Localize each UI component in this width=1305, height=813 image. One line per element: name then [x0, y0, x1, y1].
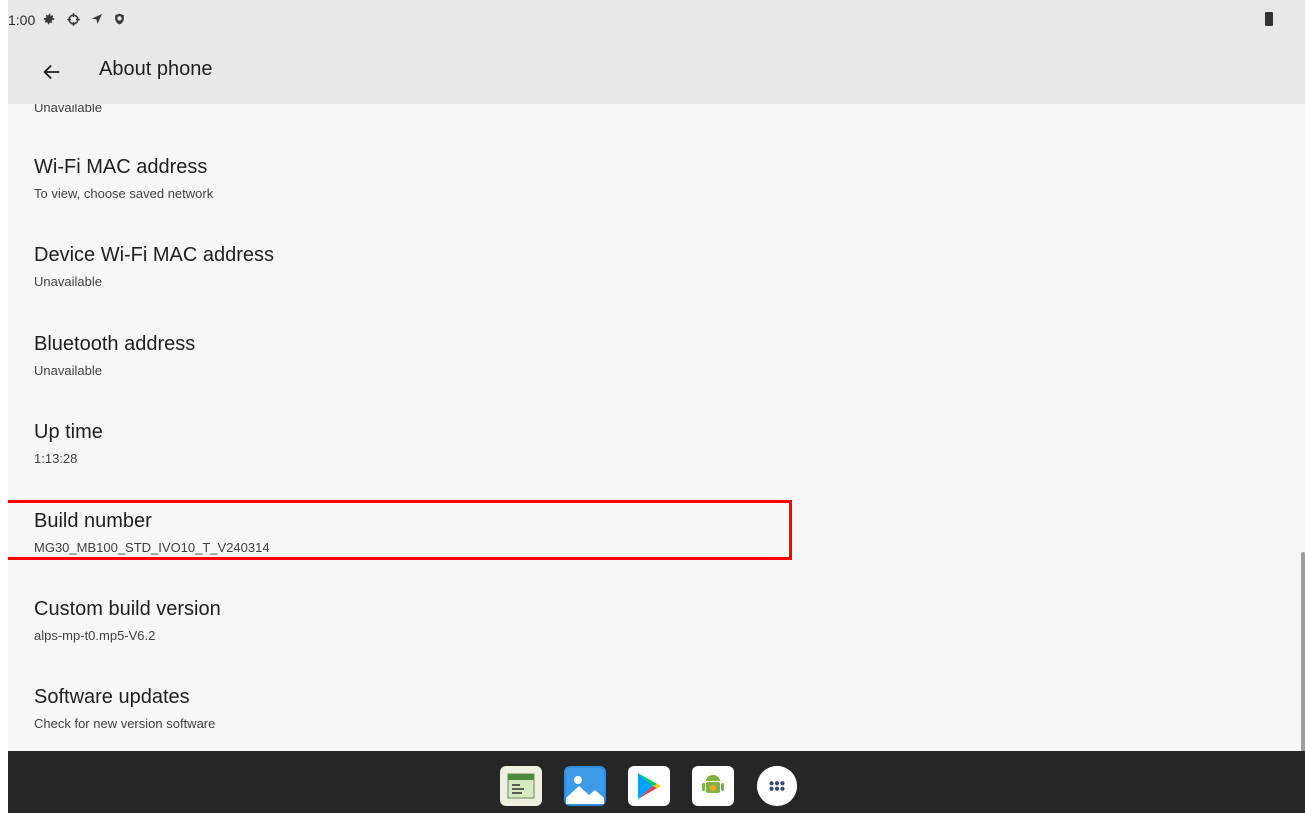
all-apps-icon[interactable]	[756, 765, 798, 807]
pref-summary: Unavailable	[34, 363, 102, 378]
android-app-icon[interactable]	[692, 766, 734, 806]
screen: 1:00 About phone Unavailable Wi-Fi MAC a…	[8, 0, 1305, 813]
play-store-icon[interactable]	[628, 766, 670, 806]
pref-summary: 1:13:28	[34, 451, 78, 466]
pref-up-time[interactable]: Up time 1:13:28	[34, 421, 814, 509]
highlight-box	[8, 500, 792, 560]
pref-summary: Unavailable	[34, 274, 102, 289]
pref-summary: Check for new version software	[34, 716, 216, 731]
pref-title: Wi-Fi MAC address	[34, 156, 208, 178]
settings-gear-icon	[40, 10, 58, 28]
back-button[interactable]	[32, 52, 72, 92]
app-bar: About phone	[8, 40, 1305, 104]
location-arrow-icon	[88, 10, 106, 28]
gallery-app-icon[interactable]	[564, 766, 606, 806]
back-arrow-icon	[43, 64, 60, 80]
settings-list[interactable]: Unavailable Wi-Fi MAC address To view, c…	[8, 104, 1305, 751]
pref-custom-build-version[interactable]: Custom build version alps-mp-t0.mp5-V6.2	[34, 598, 814, 686]
pref-bluetooth-address[interactable]: Bluetooth address Unavailable	[34, 333, 814, 421]
page-title: About phone	[99, 58, 213, 80]
scrollbar[interactable]	[1301, 552, 1305, 751]
taskbar	[8, 751, 1305, 813]
shield-icon	[110, 10, 128, 28]
pref-software-updates[interactable]: Software updates Check for new version s…	[34, 686, 814, 751]
dock	[500, 765, 798, 807]
pref-title: Up time	[34, 421, 103, 443]
pref-device-wifi-mac-address[interactable]: Device Wi-Fi MAC address Unavailable	[34, 244, 814, 332]
pref-summary: alps-mp-t0.mp5-V6.2	[34, 628, 156, 643]
tool-app-icon[interactable]	[500, 766, 542, 806]
crosshair-icon	[64, 10, 82, 28]
status-time: 1:00	[8, 12, 36, 28]
pref-summary: To view, choose saved network	[34, 186, 214, 201]
partial-summary: Unavailable	[34, 104, 102, 115]
pref-title: Device Wi-Fi MAC address	[34, 244, 275, 266]
pref-wifi-mac-address[interactable]: Wi-Fi MAC address To view, choose saved …	[34, 156, 814, 244]
pref-title: Software updates	[34, 686, 190, 708]
battery-icon	[1265, 12, 1273, 26]
pref-title: Custom build version	[34, 598, 221, 620]
pref-title: Bluetooth address	[34, 333, 196, 355]
status-bar: 1:00	[8, 0, 1305, 40]
